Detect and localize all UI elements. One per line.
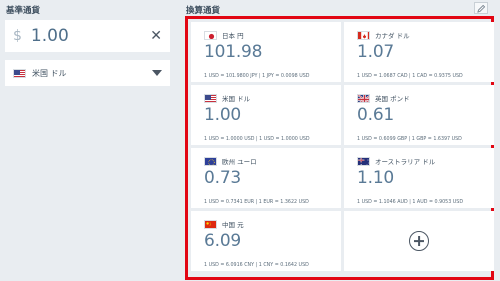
converted-value: 6.09: [204, 231, 242, 251]
currency-card-cad[interactable]: カナダ ドル 1.07 1 USD = 1.0687 CAD | 1 CAD =…: [344, 22, 494, 82]
currency-name: 日本 円: [222, 32, 244, 40]
amount-input[interactable]: $ 1.00 ✕: [5, 20, 170, 52]
au-flag-icon: [357, 156, 370, 166]
converted-value: 101.98: [204, 42, 263, 62]
gb-flag-icon: [357, 93, 370, 103]
currency-symbol: $: [13, 28, 22, 44]
base-currency-select[interactable]: 米国 ドル: [5, 60, 170, 86]
exchange-rate: 1 USD = 1.0687 CAD | 1 CAD = 0.9375 USD: [357, 74, 463, 79]
exchange-rate: 1 USD = 0.6099 GBP | 1 GBP = 1.6397 USD: [357, 137, 462, 142]
us-flag-icon: [13, 68, 26, 78]
converted-value: 0.61: [357, 105, 395, 125]
converted-value: 1.00: [204, 105, 242, 125]
currency-card-aud[interactable]: オーストラリア ドル 1.10 1 USD = 1.1046 AUD | 1 A…: [344, 148, 494, 208]
base-currency-label: 基準通貨: [6, 6, 41, 16]
exchange-rate: 1 USD = 101.9800 JPY | 1 JPY = 0.0098 US…: [204, 74, 310, 79]
converted-currency-grid: 日本 円 101.98 1 USD = 101.9800 JPY | 1 JPY…: [185, 16, 494, 280]
currency-card-usd[interactable]: 米国 ドル 1.00 1 USD = 1.0000 USD | 1 USD = …: [191, 85, 341, 145]
jp-flag-icon: [204, 30, 217, 40]
exchange-rate: 1 USD = 6.0916 CNY | 1 CNY = 0.1642 USD: [204, 263, 309, 268]
currency-card-cny[interactable]: 中国 元 6.09 1 USD = 6.0916 CNY | 1 CNY = 0…: [191, 211, 341, 271]
exchange-rate: 1 USD = 1.1046 AUD | 1 AUD = 0.9053 USD: [357, 200, 464, 205]
converted-value: 1.07: [357, 42, 395, 62]
edit-button[interactable]: [474, 2, 488, 14]
converted-value: 1.10: [357, 168, 395, 188]
eu-flag-icon: [204, 156, 217, 166]
us-flag-icon: [204, 93, 217, 103]
amount-value[interactable]: 1.00: [31, 26, 150, 46]
exchange-rate: 1 USD = 1.0000 USD | 1 USD = 1.0000 USD: [204, 137, 310, 142]
pencil-icon: [476, 4, 485, 13]
currency-card-jpy[interactable]: 日本 円 101.98 1 USD = 101.9800 JPY | 1 JPY…: [191, 22, 341, 82]
currency-name: 中国 元: [222, 221, 244, 229]
cn-flag-icon: [204, 219, 217, 229]
currency-card-gbp[interactable]: 英国 ポンド 0.61 1 USD = 0.6099 GBP | 1 GBP =…: [344, 85, 494, 145]
selected-currency-label: 米国 ドル: [32, 68, 67, 78]
chevron-down-icon[interactable]: [152, 70, 162, 76]
plus-circle-icon: [409, 231, 429, 251]
clear-icon[interactable]: ✕: [150, 28, 162, 44]
currency-name: 英国 ポンド: [375, 95, 410, 103]
add-currency-button[interactable]: [344, 211, 494, 271]
currency-name: 米国 ドル: [222, 95, 251, 103]
converted-value: 0.73: [204, 168, 242, 188]
currency-card-eur[interactable]: 欧州 ユーロ 0.73 1 USD = 0.7341 EUR | 1 EUR =…: [191, 148, 341, 208]
converted-currency-label: 換算通貨: [186, 6, 221, 16]
ca-flag-icon: [357, 30, 370, 40]
currency-name: カナダ ドル: [375, 32, 410, 40]
currency-name: オーストラリア ドル: [375, 158, 436, 166]
currency-name: 欧州 ユーロ: [222, 158, 257, 166]
exchange-rate: 1 USD = 0.7341 EUR | 1 EUR = 1.3622 USD: [204, 200, 309, 205]
